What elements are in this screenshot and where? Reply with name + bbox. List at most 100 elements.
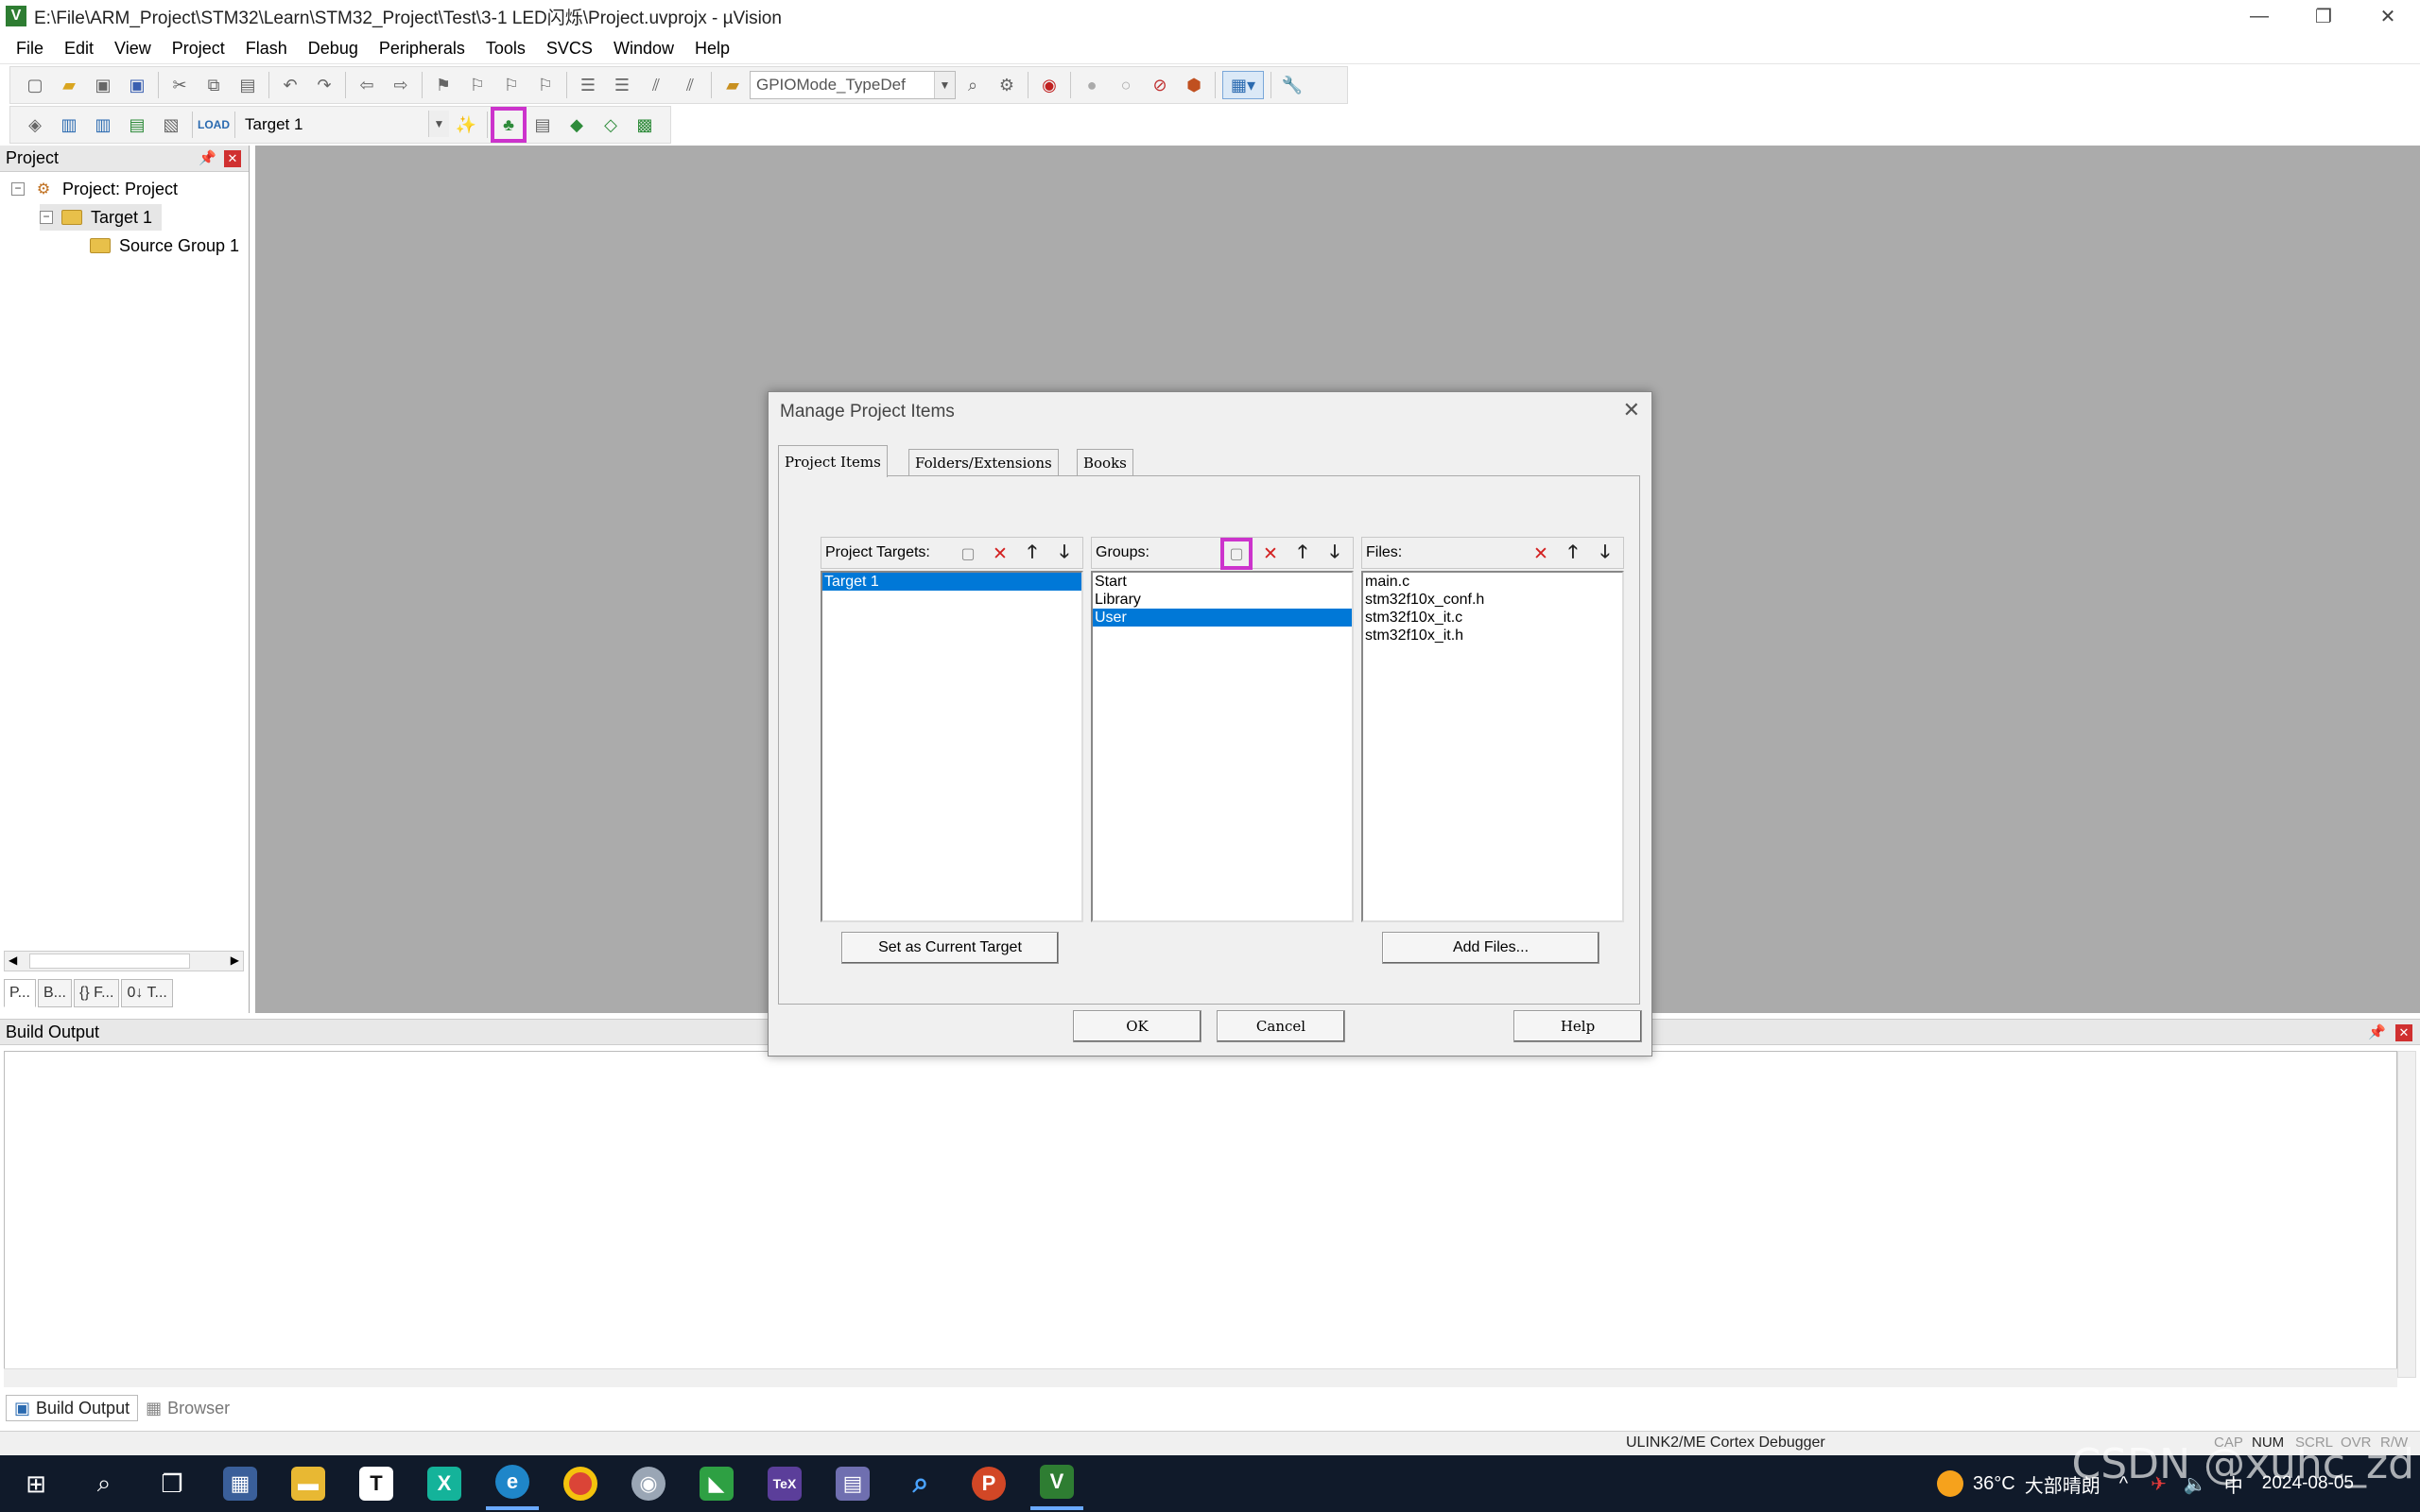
ok-button[interactable]: OK <box>1073 1010 1201 1042</box>
delete-target-icon[interactable]: ✕ <box>988 541 1012 566</box>
tab-project[interactable]: P... <box>4 979 36 1007</box>
tab-build-output[interactable]: ▣ Build Output <box>6 1395 139 1421</box>
save-all-icon[interactable]: ▣ <box>123 71 151 99</box>
select-packs-icon[interactable]: ◇ <box>596 111 625 139</box>
bookmark-icon[interactable]: ⚑ <box>429 71 458 99</box>
add-files-button[interactable]: Add Files... <box>1382 932 1599 964</box>
menu-peripherals[interactable]: Peripherals <box>369 39 475 59</box>
incremental-find-icon[interactable]: ⚙ <box>993 71 1021 99</box>
targets-list[interactable]: Target 1 <box>821 571 1083 922</box>
powerpoint-icon[interactable]: P <box>962 1457 1015 1510</box>
manage-project-items-icon[interactable]: ♣ <box>491 107 527 143</box>
move-up-icon[interactable]: 🡑 <box>1561 541 1585 566</box>
window-layout-icon[interactable]: ▦▾ <box>1222 71 1264 99</box>
list-item[interactable]: Target 1 <box>822 573 1081 591</box>
tab-books[interactable]: Books <box>1077 449 1133 477</box>
stop-build-icon[interactable]: ▧ <box>157 111 185 139</box>
help-button[interactable]: Help <box>1513 1010 1642 1042</box>
target-combo[interactable]: Target 1 ▼ <box>239 111 449 139</box>
disable-breakpoints-icon[interactable]: ⊘ <box>1146 71 1174 99</box>
tab-functions[interactable]: {} F... <box>73 979 120 1007</box>
menu-view[interactable]: View <box>104 39 162 59</box>
move-down-icon[interactable]: 🡓 <box>1322 541 1347 566</box>
xmind-icon[interactable]: X <box>418 1457 471 1510</box>
move-up-icon[interactable]: 🡑 <box>1290 541 1315 566</box>
unindent-icon[interactable]: ☰ <box>608 71 636 99</box>
tab-browser[interactable]: ▦ Browser <box>138 1395 237 1421</box>
build-output-text-area[interactable] <box>4 1051 2397 1378</box>
menu-svcs[interactable]: SVCS <box>536 39 603 59</box>
find-combo[interactable]: GPIOMode_TypeDef ▼ <box>750 71 956 99</box>
restore-button[interactable]: ❐ <box>2291 0 2356 32</box>
delete-group-icon[interactable]: ✕ <box>1258 541 1283 566</box>
set-current-target-button[interactable]: Set as Current Target <box>841 932 1059 964</box>
insert-breakpoint-icon[interactable]: ● <box>1078 71 1106 99</box>
menu-help[interactable]: Help <box>684 39 740 59</box>
list-item[interactable]: User <box>1093 609 1352 627</box>
move-down-icon[interactable]: 🡓 <box>1052 541 1077 566</box>
tree-item-project[interactable]: − ⚙ Project: Project <box>11 176 178 202</box>
rebuild-icon[interactable]: ▥ <box>89 111 117 139</box>
target-options-icon[interactable]: ✨ <box>452 111 480 139</box>
find-icon[interactable]: ⌕ <box>959 71 987 99</box>
file-extensions-icon[interactable]: ▤ <box>528 111 557 139</box>
tab-books[interactable]: B... <box>37 979 72 1007</box>
keil-uvision-icon[interactable]: V <box>1030 1457 1083 1510</box>
cancel-button[interactable]: Cancel <box>1217 1010 1345 1042</box>
menu-window[interactable]: Window <box>603 39 684 59</box>
kill-breakpoints-icon[interactable]: ⬢ <box>1180 71 1208 99</box>
open-file-icon[interactable]: ▰ <box>55 71 83 99</box>
indent-icon[interactable]: ☰ <box>574 71 602 99</box>
new-target-icon[interactable]: ▢ <box>956 541 980 566</box>
build-output-vertical-scrollbar[interactable] <box>2397 1051 2416 1378</box>
tab-folders-extensions[interactable]: Folders/Extensions <box>908 449 1059 477</box>
menu-file[interactable]: File <box>6 39 54 59</box>
close-icon[interactable]: ✕ <box>2395 1024 2412 1041</box>
texstudio-icon[interactable]: TeX <box>758 1457 811 1510</box>
undo-icon[interactable]: ↶ <box>276 71 304 99</box>
tree-item-source-group[interactable]: Source Group 1 <box>89 232 239 259</box>
close-window-button[interactable]: ✕ <box>2356 0 2420 32</box>
save-icon[interactable]: ▣ <box>89 71 117 99</box>
search-icon[interactable]: ⌕ <box>78 1457 130 1510</box>
list-item[interactable]: stm32f10x_conf.h <box>1363 591 1622 609</box>
chrome-icon[interactable] <box>554 1457 607 1510</box>
menu-edit[interactable]: Edit <box>54 39 104 59</box>
windows-start-icon[interactable]: ⊞ <box>9 1457 62 1510</box>
new-file-icon[interactable]: ▢ <box>21 71 49 99</box>
redo-icon[interactable]: ↷ <box>310 71 338 99</box>
comment-icon[interactable]: ⫽ <box>642 71 670 99</box>
start-debug-icon[interactable]: ◉ <box>1035 71 1063 99</box>
files-list[interactable]: main.c stm32f10x_conf.h stm32f10x_it.c s… <box>1361 571 1624 922</box>
everything-search-icon[interactable]: ⌕ <box>894 1457 947 1510</box>
enable-breakpoint-icon[interactable]: ○ <box>1112 71 1140 99</box>
server-app-icon[interactable]: ▤ <box>826 1457 879 1510</box>
uncomment-icon[interactable]: ⫽ <box>676 71 704 99</box>
calculator-icon[interactable]: ▦ <box>214 1457 267 1510</box>
edge-browser-icon[interactable]: e <box>486 1457 539 1510</box>
download-icon[interactable]: LOAD <box>198 111 230 139</box>
pin-icon[interactable]: 📌 <box>2368 1023 2386 1040</box>
new-group-icon[interactable]: ▢ <box>1220 538 1253 570</box>
close-icon[interactable]: ✕ <box>1623 398 1640 422</box>
batch-build-icon[interactable]: ▤ <box>123 111 151 139</box>
collapse-icon[interactable]: − <box>11 182 25 196</box>
paste-icon[interactable]: ▤ <box>233 71 262 99</box>
pack-installer-icon[interactable]: ▩ <box>631 111 659 139</box>
list-item[interactable]: Start <box>1093 573 1352 591</box>
cut-icon[interactable]: ✂ <box>165 71 194 99</box>
chevron-down-icon[interactable]: ▼ <box>934 72 955 98</box>
list-item[interactable]: Library <box>1093 591 1352 609</box>
pdf-reader-icon[interactable]: ◣ <box>690 1457 743 1510</box>
project-horizontal-scrollbar[interactable]: ◀ ▶ <box>4 951 244 971</box>
manage-run-time-environment-icon[interactable]: ◆ <box>562 111 591 139</box>
task-view-icon[interactable]: ❐ <box>146 1457 199 1510</box>
list-item[interactable]: stm32f10x_it.h <box>1363 627 1622 644</box>
move-down-icon[interactable]: 🡓 <box>1593 541 1617 566</box>
build-output-horizontal-scrollbar[interactable] <box>4 1368 2397 1387</box>
menu-debug[interactable]: Debug <box>298 39 369 59</box>
app-icon[interactable]: ◉ <box>622 1457 675 1510</box>
clear-bookmarks-icon[interactable]: ⚐ <box>531 71 560 99</box>
typora-icon[interactable]: T <box>350 1457 403 1510</box>
menu-project[interactable]: Project <box>162 39 235 59</box>
